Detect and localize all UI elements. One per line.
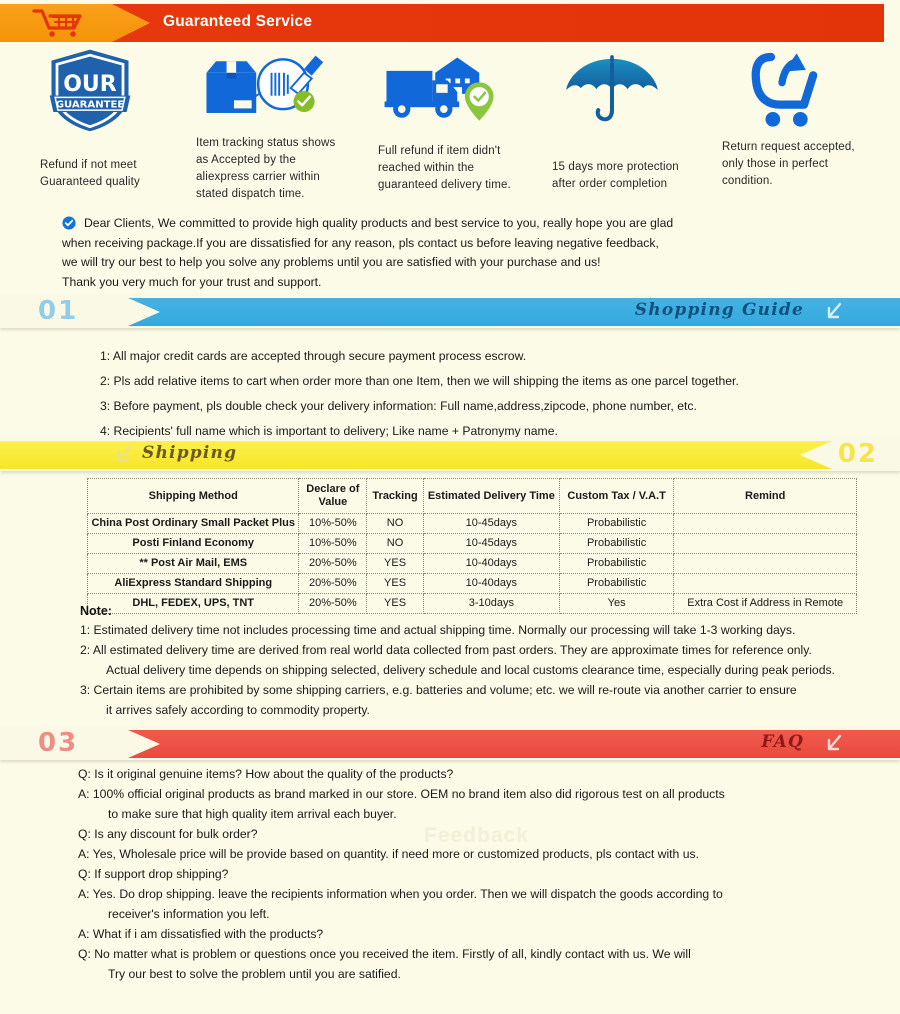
section-banner-faq: 03 FAQ [0, 726, 900, 766]
section-banner-shipping: 02 Shipping [0, 437, 900, 477]
arrow-down-left-icon [827, 734, 842, 751]
faq-line: A: Yes, Wholesale price will be provide … [78, 847, 699, 861]
faq-line: Q: No matter what is problem or question… [78, 947, 691, 961]
faq-line: Try our best to solve the problem until … [108, 967, 401, 981]
cell-remind [673, 533, 857, 554]
faq-line: Q: Is any discount for bulk order? [78, 827, 258, 841]
th-estimated-delivery-time: Estimated Delivery Time [422, 478, 560, 514]
clients-notice: Dear Clients, We committed to provide hi… [62, 214, 862, 292]
shipping-notes: Note: 1: Estimated delivery time not inc… [80, 604, 890, 720]
guaranteed-service-page: Guaranteed Service OUR GUARANTEE Refund … [0, 0, 900, 1014]
clients-notice-line-2: when receiving package.If you are dissat… [62, 235, 659, 250]
cell-declare: 20%-50% [298, 573, 368, 594]
faq-line: to make sure that high quality item arri… [108, 807, 397, 821]
th-tracking: Tracking [366, 478, 424, 514]
guarantee-item-4: Return request accepted, only those in p… [722, 46, 887, 190]
umbrella-icon [566, 55, 658, 122]
list-item: 2: Pls add relative items to cart when o… [100, 374, 739, 388]
cell-remind [673, 513, 857, 534]
faq-list: Q: Is it original genuine items? How abo… [78, 764, 888, 984]
cell-method: AliExpress Standard Shipping [86, 573, 300, 594]
th-custom-tax-vat: Custom Tax / V.A.T [558, 478, 675, 514]
table-header-row: Shipping Method Declare of Value Trackin… [86, 478, 857, 514]
guarantee-item-0-text: Refund if not meet Guaranteed quality [40, 159, 140, 188]
note-item: 2: All estimated delivery time are deriv… [80, 643, 812, 657]
shipping-methods-table: Shipping Method Declare of Value Trackin… [86, 478, 857, 614]
note-item: Actual delivery time depends on shipping… [106, 663, 835, 677]
header-title: Guaranteed Service [163, 13, 313, 30]
note-title: Note: [80, 604, 112, 618]
cell-method: ** Post Air Mail, EMS [86, 553, 300, 574]
cell-tax: Probabilistic [558, 553, 675, 574]
section-number-01: 01 [38, 296, 79, 326]
note-item: it arrives safely according to commodity… [106, 703, 370, 717]
list-item: 1: All major credit cards are accepted t… [100, 349, 527, 363]
section-label-shopping-guide: Shopping Guide [634, 300, 804, 320]
cart-return-arrow-icon [751, 52, 818, 127]
guarantee-item-1: Item tracking status shows as Accepted b… [196, 46, 368, 203]
note-item: 3: Certain items are prohibited by some … [80, 683, 797, 697]
table-row: AliExpress Standard Shipping 20%-50% YES… [86, 573, 857, 594]
blue-check-circle-icon [62, 216, 76, 230]
faq-line: A: Yes. Do drop shipping. leave the reci… [78, 887, 723, 901]
guarantee-item-2: Full refund if item didn't reached withi… [378, 46, 543, 194]
section-label-shipping: Shipping [142, 443, 238, 463]
package-barcode-scan-icon [206, 55, 324, 113]
cell-estimated: 10-40days [422, 573, 560, 594]
guarantee-item-2-text: Full refund if item didn't reached withi… [378, 145, 511, 191]
arrow-down-left-icon [827, 302, 842, 319]
cell-declare: 10%-50% [298, 513, 368, 534]
cell-declare: 10%-50% [298, 533, 368, 554]
guarantee-item-3: 15 days more protection after order comp… [552, 46, 712, 193]
cell-estimated: 10-40days [422, 553, 560, 574]
guarantee-features-row: OUR GUARANTEE Refund if not meet Guarant… [0, 46, 900, 200]
section-banner-shopping-guide: 01 Shopping Guide [0, 294, 900, 334]
header-banner: Guaranteed Service [0, 4, 884, 42]
cell-estimated: 10-45days [422, 533, 560, 554]
svg-text:GUARANTEE: GUARANTEE [56, 99, 125, 110]
faq-line: A: 100% official original products as br… [78, 787, 725, 801]
clients-notice-line-4: Thank you very much for your trust and s… [62, 274, 322, 289]
cell-tax: Probabilistic [558, 533, 675, 554]
cell-remind [673, 573, 857, 594]
guarantee-item-4-text: Return request accepted, only those in p… [722, 141, 855, 187]
th-declare-of-value: Declare of Value [298, 478, 368, 514]
delivery-truck-house-icon [384, 57, 494, 121]
faq-line: Q: If support drop shipping? [78, 867, 229, 881]
cell-estimated: 10-45days [422, 513, 560, 534]
section-label-faq: FAQ [761, 732, 804, 752]
table-row: ** Post Air Mail, EMS 20%-50% YES 10-40d… [86, 553, 857, 574]
section-number-03: 03 [38, 728, 79, 758]
cell-method: China Post Ordinary Small Packet Plus [86, 513, 300, 534]
cell-tax: Probabilistic [558, 513, 675, 534]
cell-tracking: YES [366, 553, 424, 574]
cell-remind [673, 553, 857, 574]
guarantee-item-0: OUR GUARANTEE Refund if not meet Guarant… [40, 46, 190, 191]
note-item: 1: Estimated delivery time not includes … [80, 623, 796, 637]
cell-declare: 20%-50% [298, 553, 368, 574]
cell-tracking: NO [366, 513, 424, 534]
faq-line: Q: Is it original genuine items? How abo… [78, 767, 454, 781]
arrow-down-left-icon [117, 445, 132, 462]
cell-tracking: NO [366, 533, 424, 554]
section-number-02: 02 [837, 439, 878, 469]
list-item: 3: Before payment, pls double check your… [100, 399, 697, 413]
clients-notice-line-3: we will try our best to help you solve a… [62, 255, 601, 269]
cell-method: Posti Finland Economy [86, 533, 300, 554]
th-shipping-method: Shipping Method [86, 478, 300, 514]
shopping-cart-icon [32, 9, 82, 37]
table-row: Posti Finland Economy 10%-50% NO 10-45da… [86, 533, 857, 554]
cell-tax: Probabilistic [558, 573, 675, 594]
svg-text:OUR: OUR [63, 72, 117, 97]
guarantee-item-3-text: 15 days more protection after order comp… [552, 161, 679, 190]
faq-line: A: What if i am dissatisfied with the pr… [78, 927, 324, 941]
clients-notice-line-1: Dear Clients, We committed to provide hi… [84, 216, 674, 230]
th-remind: Remind [673, 478, 857, 514]
guarantee-item-1-text: Item tracking status shows as Accepted b… [196, 137, 336, 200]
shield-our-guarantee-icon: OUR GUARANTEE [49, 49, 131, 132]
faq-line: receiver's information you left. [108, 907, 270, 921]
table-row: China Post Ordinary Small Packet Plus 10… [86, 513, 857, 534]
cell-tracking: YES [366, 573, 424, 594]
